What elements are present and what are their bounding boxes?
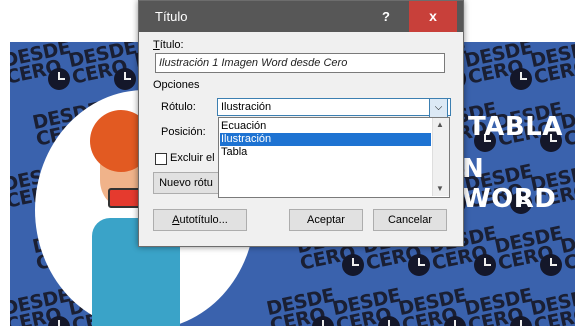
scroll-up-icon[interactable]: ▲ — [436, 120, 444, 129]
exclude-checkbox[interactable] — [155, 153, 167, 165]
clock-icon — [408, 254, 430, 276]
clock-icon — [540, 254, 562, 276]
options-label: Opciones — [153, 79, 200, 91]
dropdown-item-tabla[interactable]: Tabla — [220, 146, 431, 159]
exclude-label: Excluir el — [170, 152, 215, 164]
cancel-button[interactable]: Cancelar — [373, 209, 447, 231]
chevron-down-icon[interactable]: ⌵ — [429, 98, 448, 118]
caption-dialog: Título ? x Título: Ilustración 1 Imagen … — [138, 0, 464, 247]
headline-1: TABLA — [468, 112, 563, 142]
close-button[interactable]: x — [409, 1, 457, 32]
clock-icon — [48, 68, 70, 90]
dialog-title: Título — [155, 9, 188, 24]
position-label: Posición: — [161, 126, 206, 138]
headline-2: N WORD — [462, 154, 557, 214]
label-label: Rótulo: — [161, 101, 196, 113]
autocaption-button[interactable]: Autotítulo... — [153, 209, 247, 231]
new-label-button[interactable]: Nuevo rótu — [153, 172, 219, 194]
dropdown-item-ecuacion[interactable]: Ecuación — [220, 120, 431, 133]
dropdown-item-ilustracion[interactable]: Ilustración — [220, 133, 431, 146]
dialog-titlebar: Título ? x — [139, 1, 463, 32]
scroll-down-icon[interactable]: ▼ — [436, 184, 444, 193]
clock-icon — [114, 68, 136, 90]
label-dropdown-list: Ecuación Ilustración Tabla ▲ ▼ — [218, 117, 450, 198]
watermark-logo: DESDECERO — [528, 284, 575, 326]
clock-icon — [510, 68, 532, 90]
clock-icon — [342, 254, 364, 276]
ok-button[interactable]: Aceptar — [289, 209, 363, 231]
clock-icon — [474, 254, 496, 276]
help-button[interactable]: ? — [363, 1, 409, 32]
caption-label: Título: — [153, 39, 184, 51]
dropdown-scrollbar[interactable]: ▲ ▼ — [432, 118, 449, 196]
watermark-logo: DESDECERO — [528, 42, 575, 89]
label-select[interactable]: Ilustración — [217, 98, 451, 116]
caption-input[interactable]: Ilustración 1 Imagen Word desde Cero — [155, 53, 445, 73]
